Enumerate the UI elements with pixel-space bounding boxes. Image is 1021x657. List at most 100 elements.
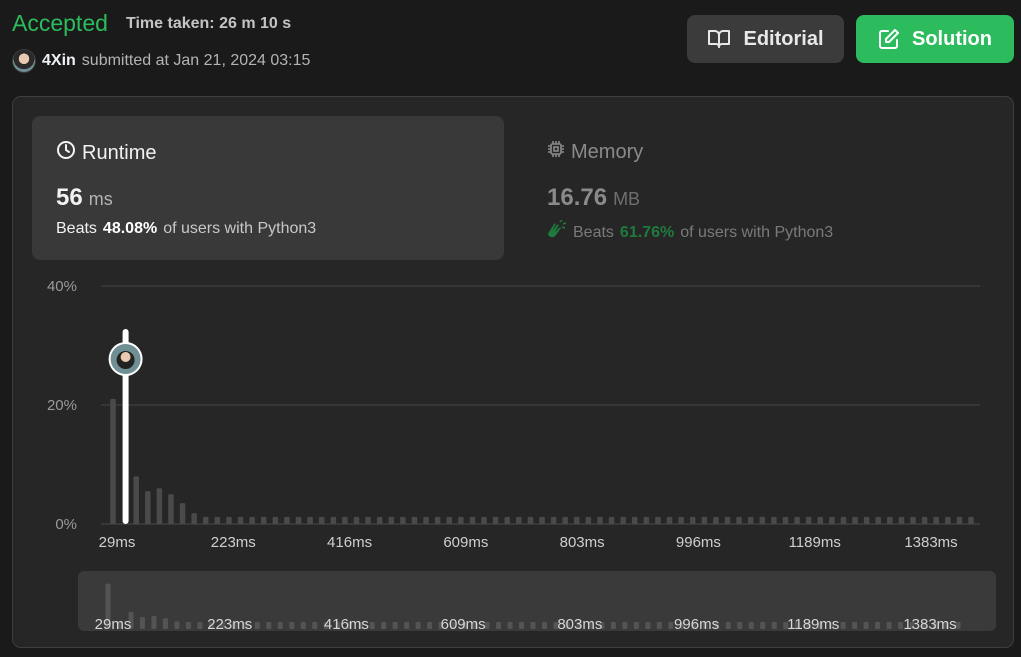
histogram-bar: [376, 516, 383, 524]
x-tick-label: 416ms: [327, 534, 372, 551]
editorial-button[interactable]: Editorial: [687, 15, 844, 63]
mini-bar: [139, 617, 145, 629]
mini-bar: [725, 622, 731, 629]
x-tick-label: 223ms: [211, 534, 256, 551]
marker-avatar: [108, 342, 143, 376]
mini-bar: [289, 622, 295, 629]
x-tick-label: 996ms: [676, 534, 721, 551]
histogram-bar: [655, 516, 661, 524]
book-icon: [707, 29, 731, 49]
mini-x-tick-label: 996ms: [674, 616, 719, 631]
mini-bar: [771, 622, 777, 629]
histogram-bar: [574, 516, 580, 524]
histogram-bar: [898, 516, 905, 524]
mini-bar: [519, 622, 525, 629]
mini-bar: [863, 622, 869, 629]
y-tick-label: 20%: [47, 397, 77, 414]
x-tick-label: 609ms: [443, 534, 488, 551]
marker-avatar-face: [120, 352, 131, 362]
mini-x-tick-label: 416ms: [324, 616, 369, 631]
submitted-at: submitted at Jan 21, 2024 03:15: [81, 52, 311, 69]
histogram-bar: [550, 516, 557, 524]
histogram-bar: [260, 516, 267, 524]
mini-bar: [541, 622, 547, 629]
mini-bar: [404, 622, 410, 629]
mini-bar: [886, 622, 892, 629]
histogram-bar: [782, 516, 789, 524]
histogram-bar: [284, 516, 290, 524]
histogram-bar: [342, 516, 348, 524]
mini-x-tick-label: 223ms: [207, 616, 252, 631]
histogram-bar: [469, 516, 476, 524]
solution-button[interactable]: Solution: [856, 15, 1014, 63]
mini-bar: [392, 622, 398, 629]
submission-status: Accepted: [12, 10, 108, 36]
y-tick-label: 40%: [47, 278, 77, 295]
submitter-line: 4Xin submitted at Jan 21, 2024 03:15: [12, 49, 310, 73]
histogram-bar: [539, 516, 545, 524]
histogram-bar: [411, 516, 418, 524]
mini-bar: [622, 622, 628, 629]
histogram-bar: [805, 516, 812, 524]
histogram-bar: [771, 516, 777, 524]
x-tick-label: 1383ms: [904, 534, 957, 551]
mini-bar: [668, 622, 674, 629]
edit-icon: [878, 28, 900, 50]
histogram-bar: [632, 516, 638, 524]
histogram-bar: [713, 516, 719, 524]
range-selector[interactable]: 29ms 223ms 416ms 609ms 803ms 996ms 1189ms 1383m…: [78, 571, 996, 631]
histogram-bar: [562, 516, 568, 524]
mini-bar: [610, 622, 616, 629]
histogram-bar: [133, 476, 139, 524]
histogram-bar: [330, 516, 337, 524]
histogram-bar: [678, 516, 684, 524]
mini-x-tick-label: 803ms: [557, 616, 602, 631]
histogram-bar: [608, 516, 615, 524]
histogram-bar: [956, 516, 963, 524]
histogram-bar: [145, 491, 151, 524]
histogram-bar: [852, 516, 858, 524]
histogram-bar: [458, 516, 464, 524]
histogram-bar: [863, 516, 870, 524]
solution-label: Solution: [912, 27, 992, 50]
x-tick-label: 1189ms: [789, 534, 841, 551]
histogram-bar: [504, 516, 510, 524]
mini-bar: [300, 622, 306, 629]
mini-bar: [496, 622, 502, 629]
x-tick-label: 803ms: [560, 534, 605, 551]
histogram-bar: [434, 516, 441, 524]
mini-bar: [312, 622, 318, 629]
histogram-bar: [759, 516, 766, 524]
mini-bar: [277, 622, 283, 629]
avatar[interactable]: [12, 49, 36, 73]
histogram-bar: [365, 516, 371, 524]
range-selector-chart[interactable]: 29ms 223ms 416ms 609ms 803ms 996ms 1189ms 1383m…: [78, 571, 996, 631]
mini-bar: [760, 622, 766, 629]
mini-bar: [898, 622, 904, 629]
histogram-bar: [203, 516, 209, 524]
mini-bar: [427, 622, 433, 629]
mini-x-tick-label: 1189ms: [787, 616, 839, 631]
histogram-bar: [933, 516, 939, 524]
mini-bar: [530, 622, 536, 629]
mini-bar: [197, 622, 203, 629]
histogram-bar: [910, 516, 916, 524]
runtime-distribution-chart[interactable]: 0% 20% 40% 29ms 223ms 416ms 609ms 803ms 996ms 118…: [13, 97, 1013, 567]
mini-bar: [266, 622, 272, 629]
mini-bar: [415, 622, 421, 629]
histogram-bar: [945, 516, 951, 524]
username-link[interactable]: 4Xin: [42, 52, 76, 70]
histogram-bar: [318, 516, 325, 524]
mini-bar: [185, 622, 191, 629]
histogram-bar: [110, 399, 116, 524]
histogram-bar: [840, 516, 847, 524]
mini-bar: [369, 622, 375, 629]
histogram-bar: [794, 516, 800, 524]
histogram-bar: [272, 516, 279, 524]
histogram-bar: [689, 516, 696, 524]
histogram-bar: [643, 516, 650, 524]
submission-page: Accepted Time taken: 26 m 10 s 4Xin subm…: [0, 0, 1021, 657]
histogram-bar: [666, 516, 673, 524]
histogram-bar: [446, 516, 452, 524]
mini-bar: [254, 622, 260, 629]
